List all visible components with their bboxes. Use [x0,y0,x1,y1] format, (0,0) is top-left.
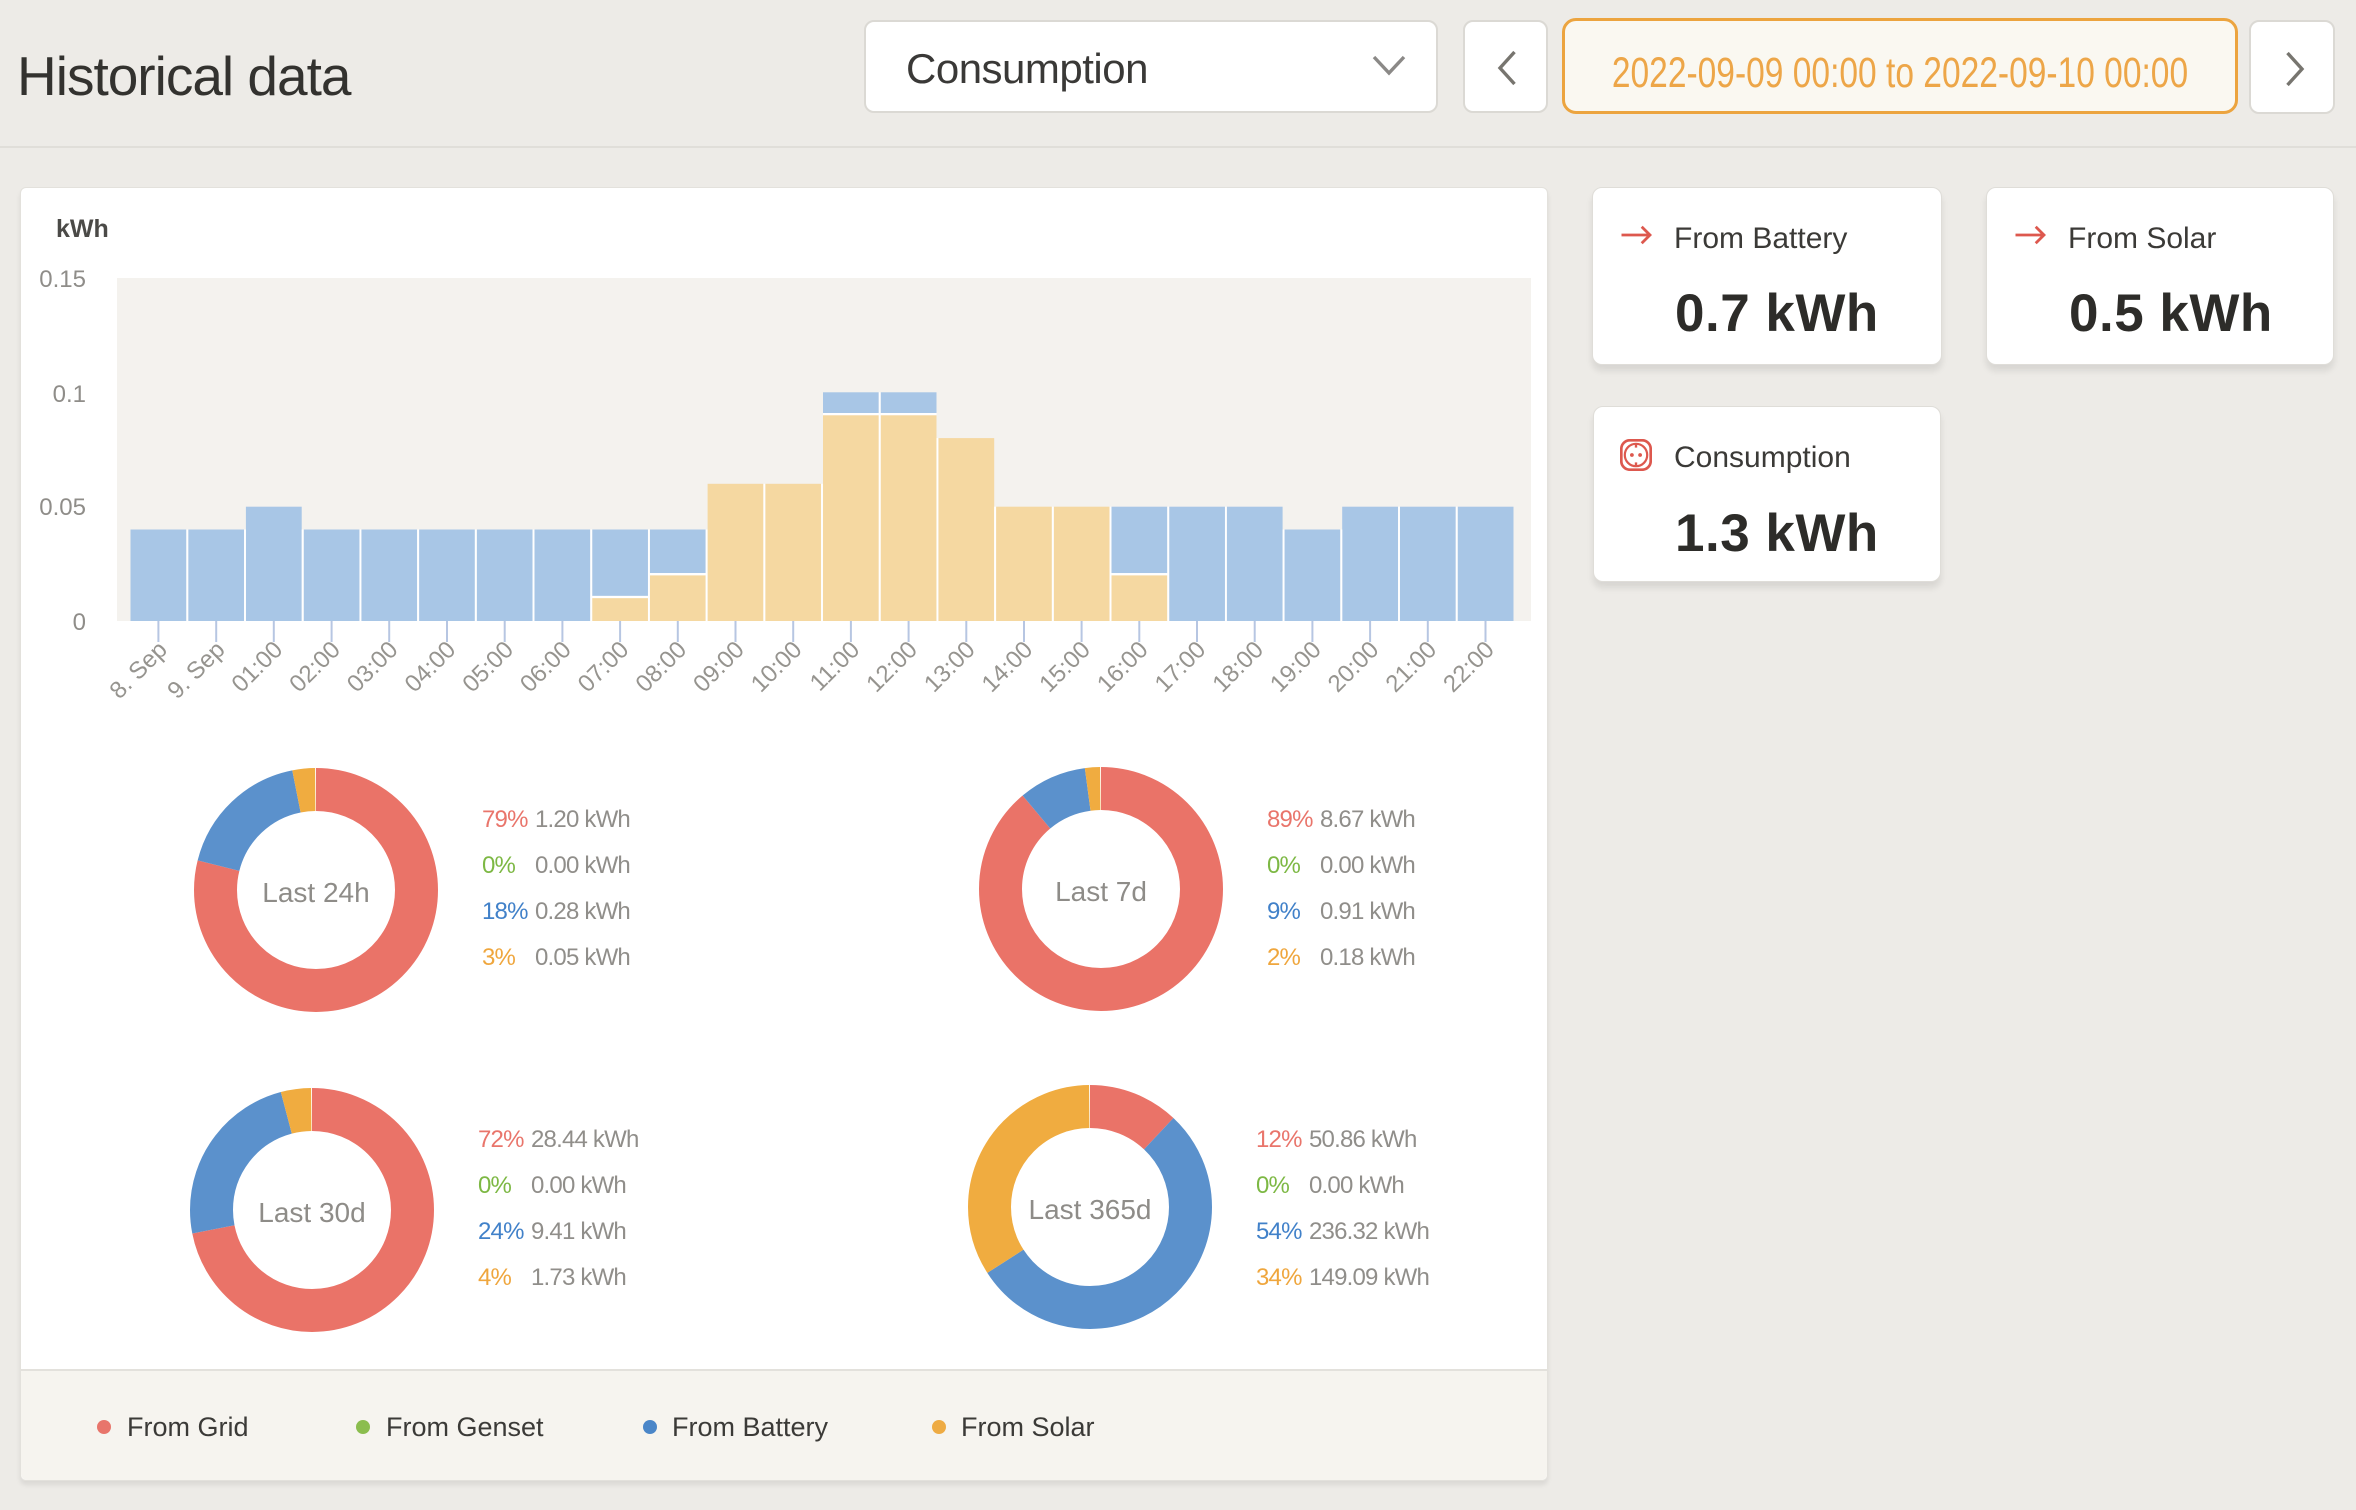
svg-text:20:00: 20:00 [1323,636,1385,698]
svg-text:11:00: 11:00 [805,636,865,696]
svg-text:06:00: 06:00 [515,636,577,698]
svg-text:21:00: 21:00 [1380,636,1442,698]
svg-text:17:00: 17:00 [1150,636,1212,698]
svg-text:04:00: 04:00 [400,636,462,698]
svg-text:03:00: 03:00 [342,636,404,698]
svg-text:16:00: 16:00 [1092,636,1154,698]
svg-text:13:00: 13:00 [919,636,981,698]
svg-text:Last 24h: Last 24h [262,877,369,908]
svg-text:0.05: 0.05 [39,494,86,521]
svg-text:01:00: 01:00 [227,636,289,698]
svg-text:10:00: 10:00 [746,636,808,698]
svg-text:0.1: 0.1 [53,381,86,408]
svg-text:Last 7d: Last 7d [1055,876,1147,907]
svg-text:0: 0 [73,609,86,636]
svg-text:05:00: 05:00 [457,636,519,698]
svg-text:08:00: 08:00 [630,636,692,698]
svg-text:22:00: 22:00 [1438,636,1500,698]
svg-text:8. Sep: 8. Sep [104,636,172,704]
svg-text:19:00: 19:00 [1265,636,1327,698]
svg-text:02:00: 02:00 [284,636,346,698]
svg-text:9. Sep: 9. Sep [162,636,230,704]
svg-text:12:00: 12:00 [861,636,923,698]
svg-text:18:00: 18:00 [1207,636,1269,698]
svg-text:09:00: 09:00 [688,636,750,698]
svg-text:Last 365d: Last 365d [1029,1194,1152,1225]
svg-text:07:00: 07:00 [573,636,635,698]
svg-text:15:00: 15:00 [1034,636,1096,698]
svg-text:Last 30d: Last 30d [258,1197,365,1228]
svg-text:0.15: 0.15 [39,266,86,293]
svg-text:14:00: 14:00 [977,636,1039,698]
